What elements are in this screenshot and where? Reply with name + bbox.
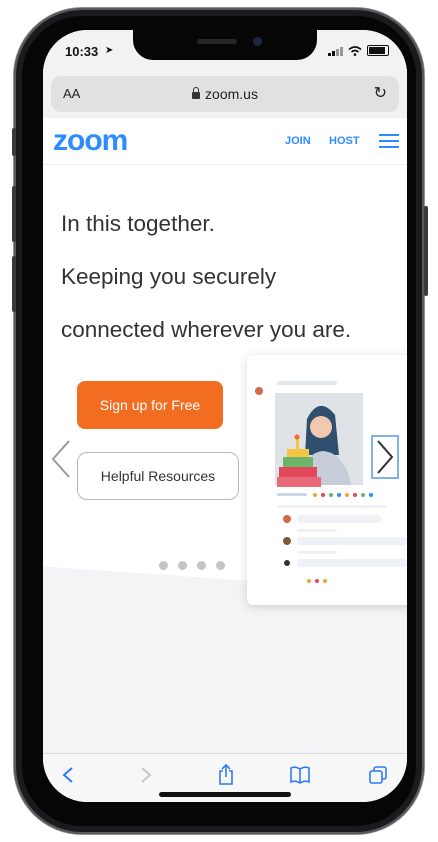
carousel-next-icon[interactable] xyxy=(371,435,399,479)
carousel-dot[interactable] xyxy=(216,561,225,570)
nav-join-link[interactable]: JOIN xyxy=(285,135,311,147)
carousel-prev-icon[interactable] xyxy=(49,437,73,481)
url-text: zoom.us xyxy=(205,86,258,102)
zoom-logo[interactable]: zoom xyxy=(53,124,128,158)
carousel-dot[interactable] xyxy=(178,561,187,570)
signup-button[interactable]: Sign up for Free xyxy=(77,381,223,429)
back-icon[interactable] xyxy=(55,762,81,788)
carousel-dot[interactable] xyxy=(197,561,206,570)
hamburger-menu-icon[interactable] xyxy=(379,134,399,148)
location-arrow-icon: ➤ xyxy=(105,45,114,56)
bookmarks-icon[interactable] xyxy=(287,762,313,788)
mute-switch xyxy=(12,128,16,156)
hero-headline-line-2: Keeping you securely xyxy=(61,264,277,289)
reload-icon[interactable]: ↻ xyxy=(374,83,387,103)
url-display[interactable]: zoom.us xyxy=(51,86,399,102)
cellular-signal-icon xyxy=(328,46,343,56)
carousel-pagination xyxy=(159,561,225,570)
status-time: 10:33 xyxy=(65,44,99,59)
volume-down-button xyxy=(12,256,16,312)
power-button xyxy=(424,206,428,296)
share-icon[interactable] xyxy=(213,762,239,788)
lock-icon xyxy=(192,87,201,99)
browser-address-area: AA zoom.us ↻ xyxy=(43,70,407,118)
tabs-icon[interactable] xyxy=(365,762,391,788)
forward-icon[interactable] xyxy=(133,762,159,788)
home-indicator[interactable] xyxy=(159,792,291,797)
address-bar[interactable]: AA zoom.us ↻ xyxy=(51,76,399,112)
volume-up-button xyxy=(12,186,16,242)
hero-section: In this together. Keeping you securely c… xyxy=(43,165,407,753)
battery-icon xyxy=(367,45,389,56)
wifi-icon xyxy=(348,45,362,56)
phone-screen: 10:33 ➤ AA zoom.us ↻ zoom JOIN HOST In t… xyxy=(43,30,407,802)
notch xyxy=(133,30,317,60)
status-icons xyxy=(328,45,389,56)
site-header: zoom JOIN HOST xyxy=(43,118,407,165)
front-camera xyxy=(253,37,262,46)
carousel-dot[interactable] xyxy=(159,561,168,570)
hero-headline-line-1: In this together. xyxy=(61,211,215,236)
hero-headline-line-3: connected wherever you are. xyxy=(61,317,352,342)
nav-host-link[interactable]: HOST xyxy=(329,135,360,147)
helpful-resources-button[interactable]: Helpful Resources xyxy=(77,452,239,500)
earpiece-speaker xyxy=(197,39,237,44)
